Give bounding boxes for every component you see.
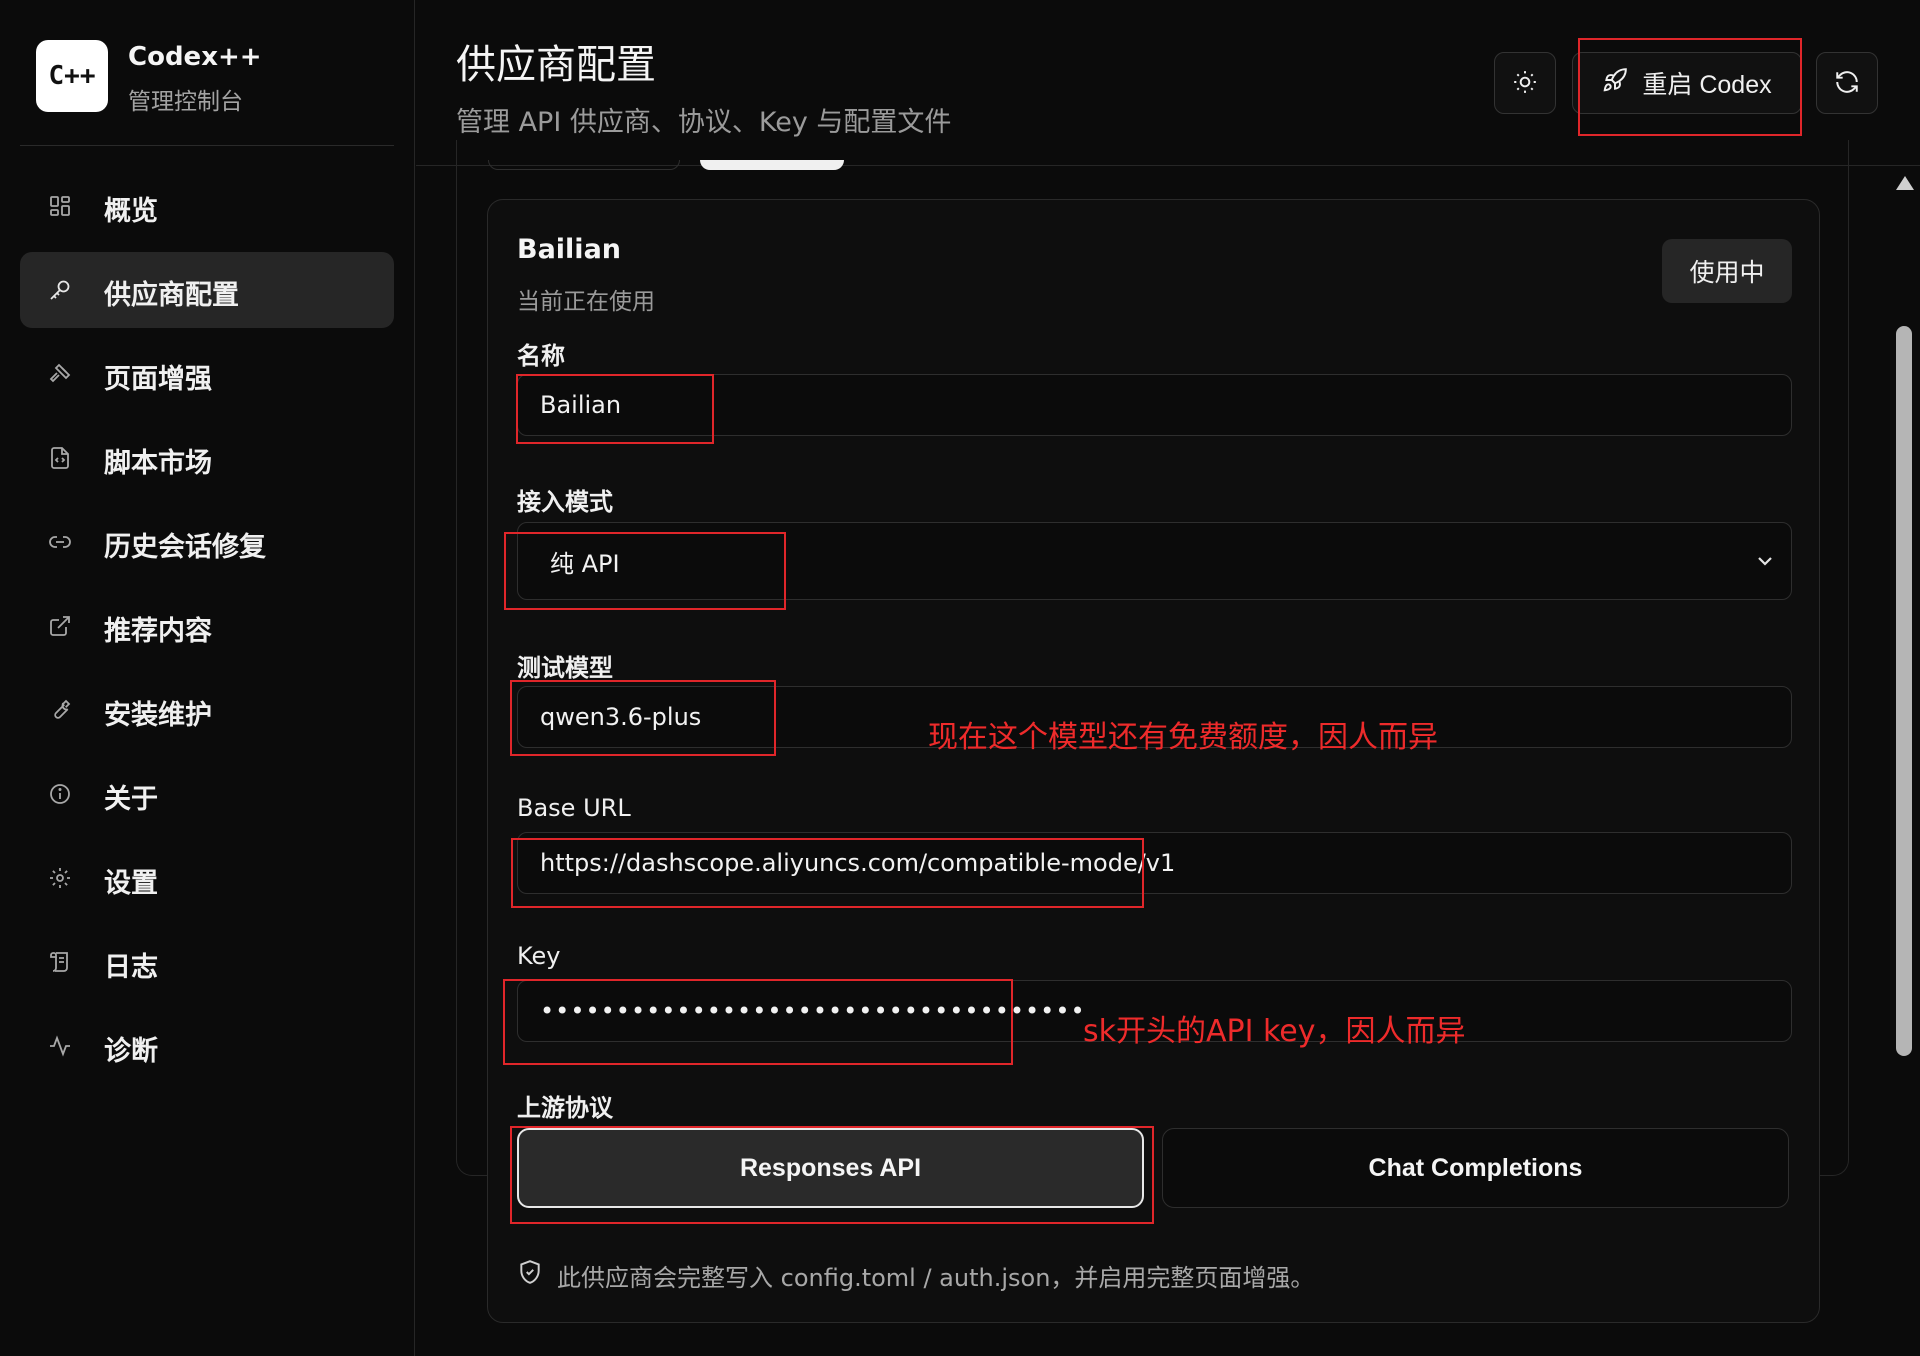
brand-subtitle: 管理控制台 <box>128 89 243 115</box>
provider-tab-stub-active[interactable] <box>700 160 844 170</box>
sidebar-item-settings[interactable]: 设置 <box>20 840 394 916</box>
sidebar-nav: 概览 供应商配置 页面增强 脚本市场 历史会话修复 推荐内容 安装维护 关于 设… <box>20 168 394 1092</box>
sidebar-item-label: 安装维护 <box>104 700 212 731</box>
sidebar-item-script-market[interactable]: 脚本市场 <box>20 420 394 496</box>
annotation-key-note: sk开头的API key，因人而异 <box>1083 1014 1466 1049</box>
scrollbar-thumb[interactable] <box>1896 326 1912 1056</box>
wrench-icon <box>48 698 72 722</box>
sidebar-item-label: 设置 <box>104 868 158 899</box>
external-link-icon <box>48 614 72 638</box>
sidebar-item-label: 页面增强 <box>104 364 212 395</box>
sidebar-item-provider-config[interactable]: 供应商配置 <box>20 252 394 328</box>
sidebar-item-about[interactable]: 关于 <box>20 756 394 832</box>
sun-icon <box>1512 69 1538 98</box>
protocol-label: 上游协议 <box>517 1094 613 1122</box>
annotation-box-mode <box>504 532 786 610</box>
sidebar-item-label: 概览 <box>104 196 158 227</box>
key-label: Key <box>517 942 561 970</box>
scroll-icon <box>48 950 72 974</box>
sidebar-item-label: 诊断 <box>104 1036 158 1067</box>
sidebar-item-overview[interactable]: 概览 <box>20 168 394 244</box>
provider-footnote: 此供应商会完整写入 config.toml / auth.json，并启用完整页… <box>517 1258 1314 1292</box>
sidebar-item-label: 历史会话修复 <box>104 532 266 563</box>
refresh-icon <box>1834 69 1860 98</box>
sidebar-item-label: 推荐内容 <box>104 616 212 647</box>
base-url-label: Base URL <box>517 794 631 822</box>
key-icon <box>48 278 72 302</box>
activity-icon <box>48 1034 72 1058</box>
sidebar-item-label: 关于 <box>104 784 158 815</box>
refresh-button[interactable] <box>1816 52 1878 114</box>
annotation-box-base-url <box>511 838 1144 908</box>
shield-check-icon <box>517 1259 543 1291</box>
theme-toggle-button[interactable] <box>1494 52 1556 114</box>
annotation-box-name <box>516 374 714 444</box>
provider-title: Bailian <box>517 234 622 265</box>
protocol-chat-completions-button[interactable]: Chat Completions <box>1162 1128 1789 1208</box>
sidebar-item-diagnostics[interactable]: 诊断 <box>20 1008 394 1084</box>
sidebar-item-install-maintain[interactable]: 安装维护 <box>20 672 394 748</box>
annotation-box-protocol <box>510 1126 1154 1224</box>
provider-tab-stub[interactable] <box>488 160 680 170</box>
scroll-up-arrow[interactable] <box>1896 176 1914 190</box>
page-subtitle: 管理 API 供应商、协议、Key 与配置文件 <box>456 107 952 138</box>
model-label: 测试模型 <box>517 654 613 682</box>
annotation-box-restart <box>1578 38 1802 136</box>
annotation-box-key <box>503 979 1013 1065</box>
info-icon <box>48 782 72 806</box>
gear-icon <box>48 866 72 890</box>
mode-label: 接入模式 <box>517 488 613 516</box>
sidebar-item-label: 脚本市场 <box>104 448 212 479</box>
sidebar-item-page-enhance[interactable]: 页面增强 <box>20 336 394 412</box>
hammer-icon <box>48 362 72 386</box>
sidebar-item-recommended[interactable]: 推荐内容 <box>20 588 394 664</box>
sidebar: C++ Codex++ 管理控制台 概览 供应商配置 页面增强 脚本市场 历史会… <box>0 0 415 1356</box>
name-label: 名称 <box>517 342 565 370</box>
annotation-box-model <box>510 680 776 756</box>
sidebar-item-logs[interactable]: 日志 <box>20 924 394 1000</box>
link-icon <box>48 530 72 554</box>
footnote-text: 此供应商会完整写入 config.toml / auth.json，并启用完整页… <box>557 1263 1315 1292</box>
file-code-icon <box>48 446 72 470</box>
dashboard-icon <box>48 194 72 218</box>
brand: C++ Codex++ 管理控制台 <box>36 40 396 115</box>
brand-name: Codex++ <box>128 42 262 72</box>
sidebar-item-label: 供应商配置 <box>104 280 239 311</box>
provider-status: 当前正在使用 <box>517 289 655 315</box>
brand-logo: C++ <box>36 40 108 112</box>
chevron-down-icon <box>1753 549 1777 573</box>
in-use-badge: 使用中 <box>1662 239 1792 303</box>
sidebar-item-history-repair[interactable]: 历史会话修复 <box>20 504 394 580</box>
page-title: 供应商配置 <box>456 42 656 88</box>
annotation-model-note: 现在这个模型还有免费额度，因人而异 <box>928 720 1438 755</box>
sidebar-divider <box>20 145 394 146</box>
sidebar-item-label: 日志 <box>104 952 158 983</box>
